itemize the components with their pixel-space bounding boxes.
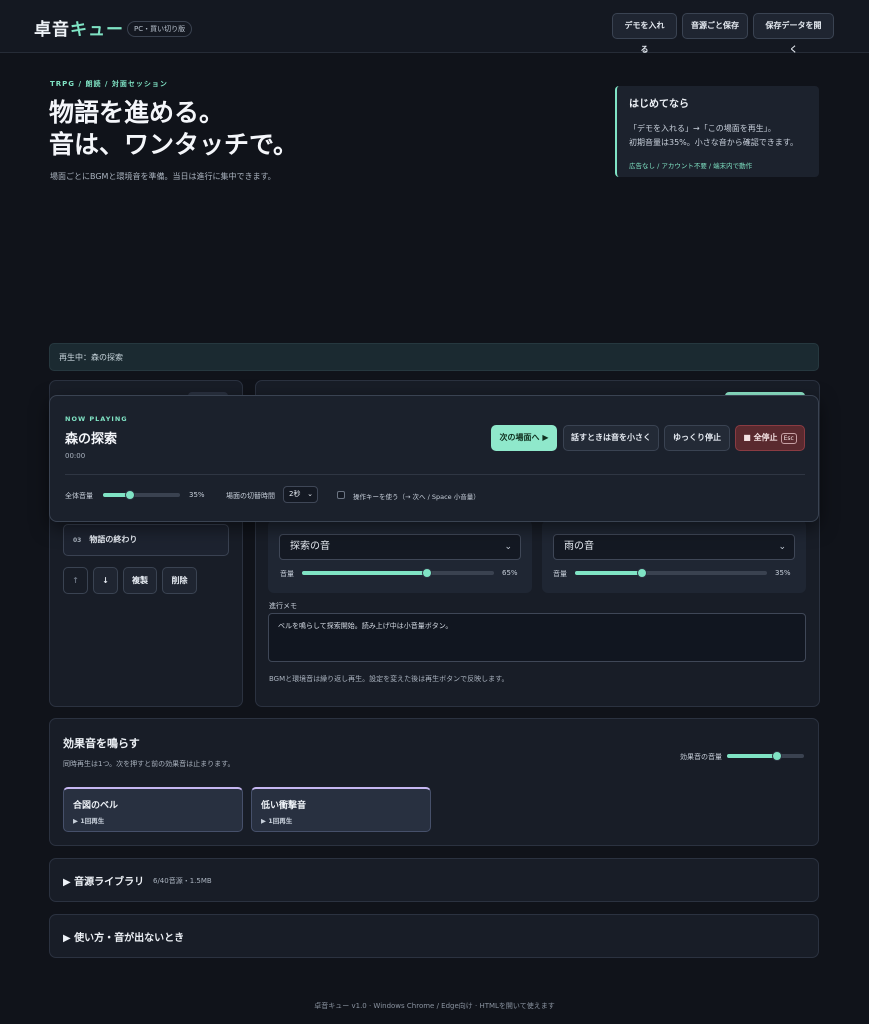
effects-title: 効果音を鳴らす — [63, 737, 140, 750]
ambient-volume-slider[interactable] — [575, 568, 767, 578]
editor-note: BGMと環境音は繰り返し再生。設定を変えた後は再生ボタンで反映します。 — [269, 675, 509, 683]
master-volume-slider[interactable] — [103, 490, 180, 500]
edition-badge: PC・買い切り版 — [127, 21, 193, 37]
hero-kicker: TRPG / 朗読 / 対面セッション — [50, 80, 168, 88]
playback-time: 00:00 — [65, 452, 86, 460]
top-bar: 卓音キュー PC・買い切り版 デモを入れる 音源ごと保存 保存データを開く — [0, 0, 869, 54]
master-volume-percent: 35% — [189, 491, 205, 499]
bgm-volume-fill — [302, 571, 427, 575]
scene-list-item[interactable]: 03 物語の終わり — [63, 524, 229, 556]
hero-title-line2: 音は、ワンタッチで。 — [49, 130, 299, 159]
effects-volume-label: 効果音の音量 — [680, 753, 722, 761]
save-with-audio-button[interactable]: 音源ごと保存 — [682, 13, 748, 39]
first-card-line1: 「デモを入れる」→「この場面を再生」。 — [629, 124, 776, 133]
now-playing-divider — [65, 474, 805, 475]
hero-title: 物語を進める。 音は、ワンタッチで。 — [49, 97, 298, 161]
brand-accent: キュー — [70, 20, 124, 40]
effect-play-label: ▶ 1回再生 — [73, 817, 105, 825]
memo-label: 進行メモ — [269, 602, 297, 610]
first-card-line2: 初期音量は35%。小さな音から確認できます。 — [629, 138, 798, 147]
ambient-volume-fill — [575, 571, 643, 575]
brand-logo: 卓音キュー — [34, 15, 124, 40]
chevron-down-icon: ⌄ — [778, 542, 786, 552]
effect-impact-button[interactable]: 低い衝撃音 ▶ 1回再生 — [251, 787, 431, 832]
duplicate-scene-button[interactable]: 複製 — [123, 567, 157, 594]
chevron-down-icon: ⌄ — [307, 490, 313, 498]
now-playing-kicker: NOW PLAYING — [65, 415, 128, 423]
library-title[interactable]: ▶ 音源ライブラリ — [63, 873, 144, 888]
bgm-select-value: 探索の音 — [290, 541, 330, 552]
stop-all-label: 全停止 — [753, 433, 778, 442]
bgm-volume-slider[interactable] — [302, 568, 494, 578]
effect-play-label: ▶ 1回再生 — [261, 817, 293, 825]
scene-number: 03 — [73, 537, 82, 544]
ambient-select-value: 雨の音 — [564, 541, 594, 552]
now-playing-card: NOW PLAYING 森の探索 00:00 次の場面へ ▶ 話すときは音を小さ… — [49, 395, 819, 522]
hero-subtitle: 場面ごとにBGMと環境音を準備。当日は進行に集中できます。 — [50, 172, 276, 181]
next-scene-button[interactable]: 次の場面へ ▶ — [491, 425, 557, 451]
delete-scene-button[interactable]: 削除 — [162, 567, 197, 594]
brand-main: 卓音 — [34, 20, 70, 40]
now-playing-strip: 再生中：森の探索 — [49, 343, 819, 371]
first-card-title: はじめてなら — [629, 99, 689, 110]
ambient-select[interactable]: 雨の音 ⌄ — [553, 534, 795, 560]
move-down-button[interactable]: ↓ — [93, 567, 118, 594]
stop-all-button[interactable]: ■ 全停止 Esc — [735, 425, 805, 451]
duck-volume-button[interactable]: 話すときは音を小さく — [563, 425, 659, 451]
hotkeys-checkbox[interactable] — [337, 491, 345, 499]
ambient-volume-percent: 35% — [775, 569, 791, 577]
fade-stop-button[interactable]: ゆっくり停止 — [664, 425, 730, 451]
effects-subtitle: 同時再生は1つ。次を押すと前の効果音は止まります。 — [63, 760, 235, 768]
bgm-volume-label: 音量 — [280, 570, 294, 578]
first-card-note: 広告なし / アカウント不要 / 端末内で動作 — [629, 162, 753, 170]
effects-volume-knob[interactable] — [772, 751, 783, 761]
now-playing-title: 森の探索 — [65, 432, 118, 447]
transition-time-select[interactable]: 2秒 ⌄ — [283, 486, 318, 503]
effect-name: 合図のベル — [73, 801, 119, 811]
hero-title-line1: 物語を進める。 — [49, 98, 225, 127]
effect-bell-button[interactable]: 合図のベル ▶ 1回再生 — [63, 787, 243, 832]
effects-volume-fill — [727, 754, 778, 758]
esc-key-hint: Esc — [780, 433, 797, 444]
first-time-card: はじめてなら 「デモを入れる」→「この場面を再生」。 初期音量は35%。小さな音… — [615, 86, 819, 177]
move-up-button[interactable]: ↑ — [63, 567, 88, 594]
bgm-select[interactable]: 探索の音 ⌄ — [279, 534, 521, 560]
memo-textarea[interactable]: ベルを鳴らして探索開始。読み上げ中は小音量ボタン。 — [268, 613, 806, 662]
stop-square-icon: ■ — [743, 433, 751, 442]
open-save-data-button[interactable]: 保存データを開く — [753, 13, 834, 54]
master-volume-label: 全体音量 — [65, 492, 93, 500]
load-demo-button[interactable]: デモを入れる — [612, 13, 677, 54]
transition-time-label: 場面の切替時間 — [226, 492, 275, 500]
scene-label: 物語の終わり — [89, 535, 138, 544]
bgm-volume-knob[interactable] — [421, 568, 432, 578]
effect-name: 低い衝撃音 — [261, 801, 307, 811]
chevron-down-icon: ⌄ — [504, 542, 512, 552]
help-title[interactable]: ▶ 使い方・音が出ないとき — [63, 929, 184, 944]
hotkeys-label: 操作キーを使う（→ 次へ / Space 小音量） — [353, 493, 480, 501]
footer-text: 卓音キュー v1.0 · Windows Chrome / Edge向け · H… — [314, 1002, 555, 1010]
bgm-volume-percent: 65% — [502, 569, 518, 577]
master-volume-knob[interactable] — [124, 490, 135, 500]
library-meta: 6/40音源・1.5MB — [153, 877, 212, 885]
effects-volume-slider[interactable] — [727, 751, 804, 761]
ambient-volume-label: 音量 — [553, 570, 567, 578]
transition-time-value: 2秒 — [289, 490, 301, 498]
